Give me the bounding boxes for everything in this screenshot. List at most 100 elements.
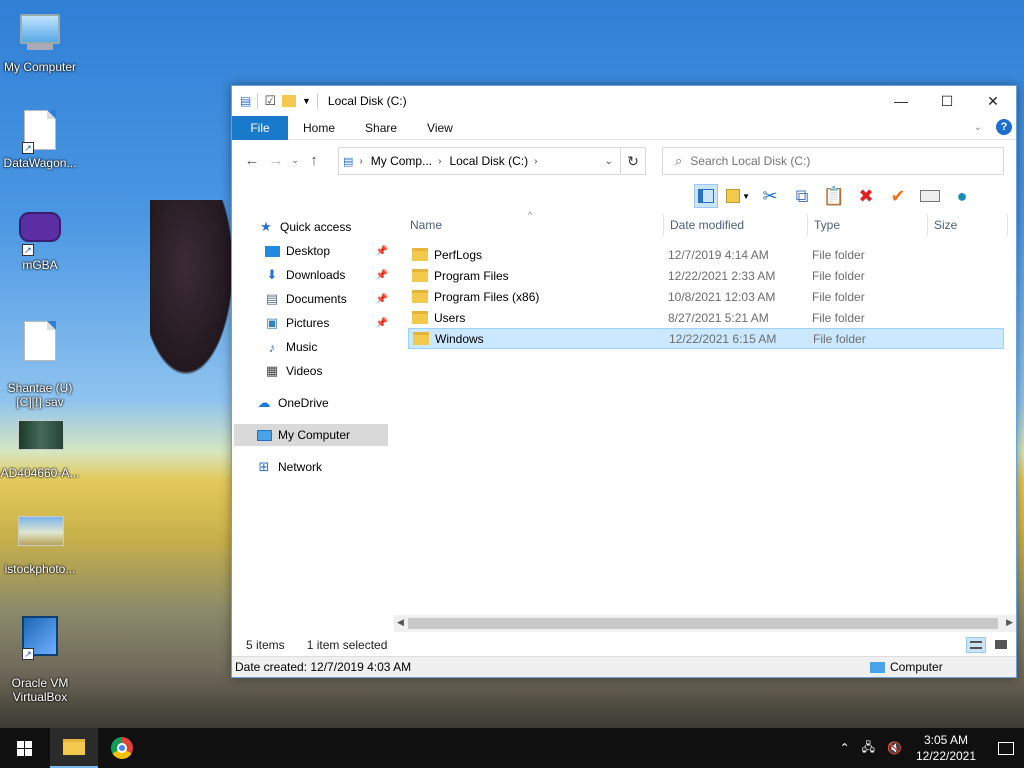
download-arrow-icon: ⬇ (266, 267, 278, 282)
nav-downloads[interactable]: ⬇ Downloads 📌 (264, 264, 388, 286)
taskbar-file-explorer[interactable] (50, 728, 98, 768)
nav-videos[interactable]: ▦ Videos (264, 360, 323, 382)
desktop-icon-label: mGBA (22, 258, 58, 272)
search-box[interactable]: ⌕ (662, 147, 1004, 175)
folder-icon (413, 332, 429, 345)
recent-locations-button[interactable]: ⌄ (288, 155, 302, 166)
tab-file[interactable]: File (232, 115, 288, 140)
breadcrumb-local-disk[interactable]: Local Disk (C:) (449, 154, 528, 168)
computer-icon (870, 661, 885, 673)
desktop-icon-virtualbox[interactable]: ↗ Oracle VM VirtualBox (0, 600, 80, 718)
table-row[interactable]: Users 8/27/2021 5:21 AM File folder (408, 307, 1004, 328)
volume-muted-icon[interactable]: 🔇 (887, 741, 902, 755)
view-options-button[interactable]: ▼ (726, 184, 750, 208)
tab-home[interactable]: Home (288, 116, 350, 140)
image-thumbnail-icon (18, 516, 64, 560)
nav-label: My Computer (278, 428, 351, 442)
chevron-up-icon[interactable]: ⌃ (840, 741, 850, 755)
column-header-size[interactable]: Size (928, 214, 1008, 236)
start-button[interactable] (0, 728, 48, 768)
tab-share[interactable]: Share (350, 116, 412, 140)
up-button[interactable]: ↑ (302, 152, 326, 169)
chevron-down-icon[interactable]: ▼ (302, 96, 311, 106)
forward-button[interactable]: → (264, 152, 288, 169)
taskbar-chrome[interactable] (98, 728, 146, 768)
network-drive-button[interactable]: ● (950, 184, 974, 208)
address-row: ← → ⌄ ↑ ▤ › My Comp... › Local Disk (C:)… (232, 144, 1016, 176)
new-folder-icon[interactable] (282, 95, 296, 107)
clock-time: 3:05 AM (923, 733, 969, 747)
folder-icon (412, 248, 428, 261)
address-bar[interactable]: ▤ › My Comp... › Local Disk (C:) › ⌄ (338, 147, 646, 175)
pin-icon: 📌 (375, 317, 388, 329)
folder-icon (412, 269, 428, 282)
desktop-icon-label: DataWagon... (3, 156, 77, 170)
search-input[interactable] (690, 154, 981, 168)
paste-button[interactable]: 📋 (822, 184, 846, 208)
back-button[interactable]: ← (240, 152, 264, 169)
desktop-icon-label: Shantae (U) [C][!].sav (7, 381, 73, 409)
copy-button[interactable]: ⧉ (790, 184, 814, 208)
tab-view[interactable]: View (412, 116, 468, 140)
desktop-icon-my-computer[interactable]: My Computer (0, 10, 80, 74)
taskbar: ⌃ 🖧 🔇 3:05 AM 12/22/2021 (0, 728, 1024, 768)
chevron-right-icon[interactable]: › (438, 156, 441, 167)
table-row[interactable]: PerfLogs 12/7/2019 4:14 AM File folder (408, 244, 1004, 265)
status-bar: 5 items 1 item selected (232, 634, 1016, 656)
minimize-button[interactable]: — (878, 86, 924, 116)
desktop-icon-istockphoto[interactable]: istockphoto... (0, 508, 80, 576)
horizontal-scrollbar[interactable]: ◀ ▶ (394, 615, 1016, 632)
properties-icon[interactable]: ☑ (264, 93, 276, 109)
scroll-left-icon[interactable]: ◀ (397, 617, 404, 628)
chevron-right-icon[interactable]: › (534, 156, 537, 167)
file-type: File folder (812, 289, 865, 304)
cloud-icon: ☁ (257, 395, 271, 410)
nav-onedrive[interactable]: ☁ OneDrive (256, 392, 329, 414)
scroll-right-icon[interactable]: ▶ (1006, 617, 1013, 628)
nav-label: Downloads (286, 268, 346, 282)
breadcrumb-my-computer[interactable]: My Comp... (371, 154, 432, 168)
network-status-icon[interactable]: 🖧 (862, 738, 875, 759)
nav-label: Music (286, 340, 318, 354)
column-header-date[interactable]: Date modified (664, 214, 808, 236)
maximize-button[interactable]: ☐ (924, 86, 970, 116)
nav-quick-access[interactable]: ★ Quick access (258, 216, 351, 238)
arrow-right-icon: → (268, 151, 284, 169)
nav-network[interactable]: ⊞ Network (256, 456, 322, 478)
nav-documents[interactable]: ▤ Documents 📌 (264, 288, 388, 310)
column-header-type[interactable]: Type (808, 214, 928, 236)
expand-ribbon-icon[interactable]: ⌄ (974, 122, 982, 133)
desktop-icon-datawagon[interactable]: ↗ DataWagon... (0, 108, 80, 170)
table-row[interactable]: Program Files 12/22/2021 2:33 AM File fo… (408, 265, 1004, 286)
address-dropdown-icon[interactable]: ⌄ (605, 156, 613, 167)
nav-my-computer[interactable]: My Computer (234, 424, 388, 446)
desktop-icon-mgba[interactable]: ↗ mGBA (0, 206, 80, 272)
rename-button[interactable]: ✔ (886, 184, 910, 208)
file-icon: ↗ (18, 110, 62, 154)
table-row[interactable]: Program Files (x86) 10/8/2021 12:03 AM F… (408, 286, 1004, 307)
refresh-button[interactable]: ↻ (620, 147, 646, 175)
column-header-name[interactable]: Name ^ (404, 210, 664, 236)
properties-button[interactable] (918, 184, 942, 208)
desktop-icon-ad404660[interactable]: AD404660-A... (0, 412, 80, 480)
large-icons-view-button[interactable] (992, 637, 1010, 653)
nav-pictures[interactable]: ▣ Pictures 📌 (264, 312, 388, 334)
help-icon[interactable]: ? (996, 119, 1012, 135)
maximize-icon: ☐ (940, 92, 954, 109)
notifications-icon[interactable] (998, 741, 1014, 755)
delete-button[interactable]: ✖ (854, 184, 878, 208)
file-type: File folder (812, 247, 865, 262)
cut-button[interactable]: ✂ (758, 184, 782, 208)
desktop-icon-shantae-save[interactable]: Shantae (U) [C][!].sav (0, 305, 80, 423)
close-button[interactable]: ✕ (970, 86, 1016, 116)
clock[interactable]: 3:05 AM 12/22/2021 (914, 732, 978, 764)
minimize-icon: — (894, 93, 908, 109)
details-view-button[interactable] (966, 637, 986, 653)
scrollbar-thumb[interactable] (408, 618, 998, 629)
title-bar[interactable]: ▤ ☑ ▼ Local Disk (C:) — ☐ ✕ (232, 86, 1016, 116)
pin-icon: 📌 (375, 269, 388, 281)
nav-music[interactable]: ♪ Music (264, 336, 318, 358)
nav-desktop[interactable]: Desktop 📌 (264, 240, 388, 262)
preview-pane-button[interactable] (694, 184, 718, 208)
table-row-selected[interactable]: Windows 12/22/2021 6:15 AM File folder (408, 328, 1004, 349)
